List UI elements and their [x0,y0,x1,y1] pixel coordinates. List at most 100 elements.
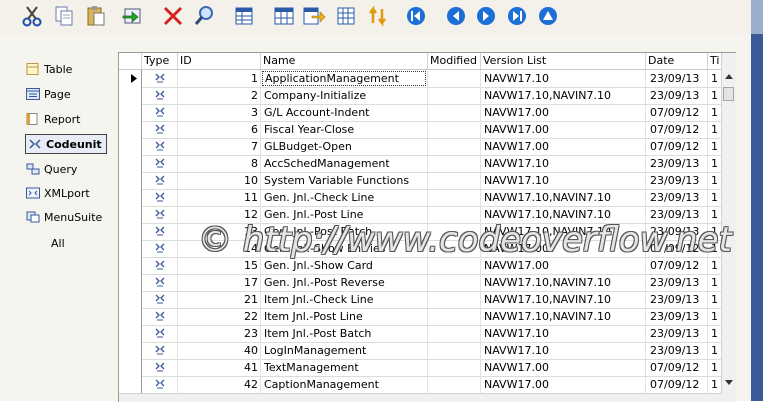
design-form-icon[interactable] [270,2,298,30]
sidebar-item-all[interactable]: All [51,234,65,252]
sidebar-item-query[interactable]: Query [26,160,77,178]
cell-date: 07/09/12 [650,123,700,136]
scroll-thumb[interactable] [723,87,734,101]
table-row[interactable]: 42 CaptionManagement NAVW17.00 07/09/12 1 [119,376,736,394]
design-table-icon[interactable] [230,2,258,30]
row-selector[interactable] [119,206,142,223]
copy-icon[interactable] [50,2,78,30]
cell-version-list: NAVW17.00 [484,106,549,119]
column-header-name[interactable]: Name [263,54,295,67]
row-selector[interactable] [119,87,142,104]
cell-date: 23/09/13 [650,293,700,306]
table-row[interactable]: 1 ApplicationManagement NAVW17.10 23/09/13 1 [119,70,736,88]
sidebar-item-xmlport[interactable]: XMLport [26,184,90,202]
cell-name: Company-Initialize [264,89,367,102]
cell-id: 10 [244,174,258,187]
row-selector[interactable] [119,121,142,138]
row-selector[interactable] [119,155,142,172]
scroll-up-icon[interactable] [725,73,733,79]
sidebar-item-menusuite[interactable]: MenuSuite [26,208,102,226]
sidebar-item-codeunit[interactable]: Codeunit [25,134,107,154]
design-grid-icon[interactable] [332,2,360,30]
previous-record-icon[interactable] [442,2,470,30]
scroll-down-icon[interactable] [725,380,733,386]
first-record-icon[interactable] [402,2,430,30]
cell-date: 23/09/13 [650,344,700,357]
table-row[interactable]: 11 Gen. Jnl.-Check Line NAVW17.10,NAVIN7.1… [119,189,736,207]
column-header-type[interactable]: Type [144,54,169,67]
table-row[interactable]: 23 Item Jnl.-Post Batch NAVW17.10 23/09/13 1 [119,325,736,343]
import-icon[interactable] [118,2,146,30]
row-selector[interactable] [119,172,142,189]
row-selector[interactable] [119,325,142,342]
table-row[interactable]: 41 TextManagement NAVW17.00 07/09/12 1 [119,359,736,377]
cell-time: 1 [711,344,718,357]
codeunit-icon [155,294,165,304]
sort-icon[interactable] [364,2,392,30]
cell-version-list: NAVW17.10,NAVIN7.10 [484,89,611,102]
cell-version-list: NAVW17.10 [484,344,549,357]
column-header-id[interactable]: ID [180,54,192,67]
cell-version-list: NAVW17.10,NAVIN7.10 [484,276,611,289]
paste-icon[interactable] [82,2,110,30]
row-selector[interactable] [119,70,142,87]
column-header-modified[interactable]: Modified [430,54,477,67]
sidebar-item-table[interactable]: Table [26,60,72,78]
cell-version-list: NAVW17.00 [484,378,549,391]
row-selector[interactable] [119,189,142,206]
cell-id: 40 [244,344,258,357]
table-row[interactable]: 40 LogInManagement NAVW17.10 23/09/13 1 [119,342,736,360]
find-icon[interactable] [191,2,219,30]
sidebar-item-page[interactable]: Page [26,85,71,103]
row-selector[interactable] [119,274,142,291]
sidebar-item-label: All [51,236,65,250]
column-header-date[interactable]: Date [648,54,674,67]
cell-version-list: NAVW17.10 [484,72,549,85]
table-row[interactable]: 17 Gen. Jnl.-Post Reverse NAVW17.10,NAVIN7… [119,274,736,292]
table-row[interactable]: 7 GLBudget-Open NAVW17.00 07/09/12 1 [119,138,736,156]
delete-icon[interactable] [159,2,187,30]
last-record-icon[interactable] [503,2,531,30]
row-selector[interactable] [119,257,142,274]
row-selector[interactable] [119,291,142,308]
cell-version-list: NAVW17.10 [484,327,549,340]
cell-date: 07/09/12 [650,106,700,119]
table-row[interactable]: 8 AccSchedManagement NAVW17.10 23/09/13 1 [119,155,736,173]
cell-date: 23/09/13 [650,191,700,204]
codeunit-icon [155,124,165,134]
table-row[interactable]: 6 Fiscal Year-Close NAVW17.00 07/09/12 1 [119,121,736,139]
cell-time: 1 [711,327,718,340]
table-icon [26,63,40,75]
more-icon[interactable] [534,2,562,30]
table-row[interactable]: 22 Item Jnl.-Post Line NAVW17.10,NAVIN7.10… [119,308,736,326]
codeunit-icon [155,379,165,389]
cell-name: Gen. Jnl.-Check Line [264,191,375,204]
cell-date: 23/09/13 [650,157,700,170]
row-selector[interactable] [119,240,142,257]
column-header-version-list[interactable]: Version List [483,54,546,67]
row-selector[interactable] [119,342,142,359]
cut-icon[interactable] [18,2,46,30]
cell-version-list: NAVW17.10,NAVIN7.10 [484,191,611,204]
column-header-time[interactable]: Ti [710,54,719,67]
table-row[interactable]: 21 Item Jnl.-Check Line NAVW17.10,NAVIN7.1… [119,291,736,309]
table-row[interactable]: 2 Company-Initialize NAVW17.10,NAVIN7.10 23… [119,87,736,105]
table-row[interactable]: 10 System Variable Functions NAVW17.10 23/0… [119,172,736,190]
next-record-icon[interactable] [472,2,500,30]
row-selector[interactable] [119,376,142,393]
row-selector[interactable] [119,138,142,155]
export-icon[interactable] [300,2,328,30]
codeunit-icon [155,362,165,372]
table-row[interactable]: 3 G/L Account-Indent NAVW17.00 07/09/12 1 [119,104,736,122]
toolbar [0,0,763,35]
cell-date: 23/09/13 [650,327,700,340]
row-selector[interactable] [119,223,142,240]
row-selector[interactable] [119,104,142,121]
sidebar-item-report[interactable]: Report [26,110,80,128]
cell-id: 41 [244,361,258,374]
row-selector[interactable] [119,359,142,376]
cell-id: 8 [251,157,258,170]
codeunit-icon [155,90,165,100]
cell-name: Item Jnl.-Post Batch [264,327,372,340]
row-selector[interactable] [119,308,142,325]
